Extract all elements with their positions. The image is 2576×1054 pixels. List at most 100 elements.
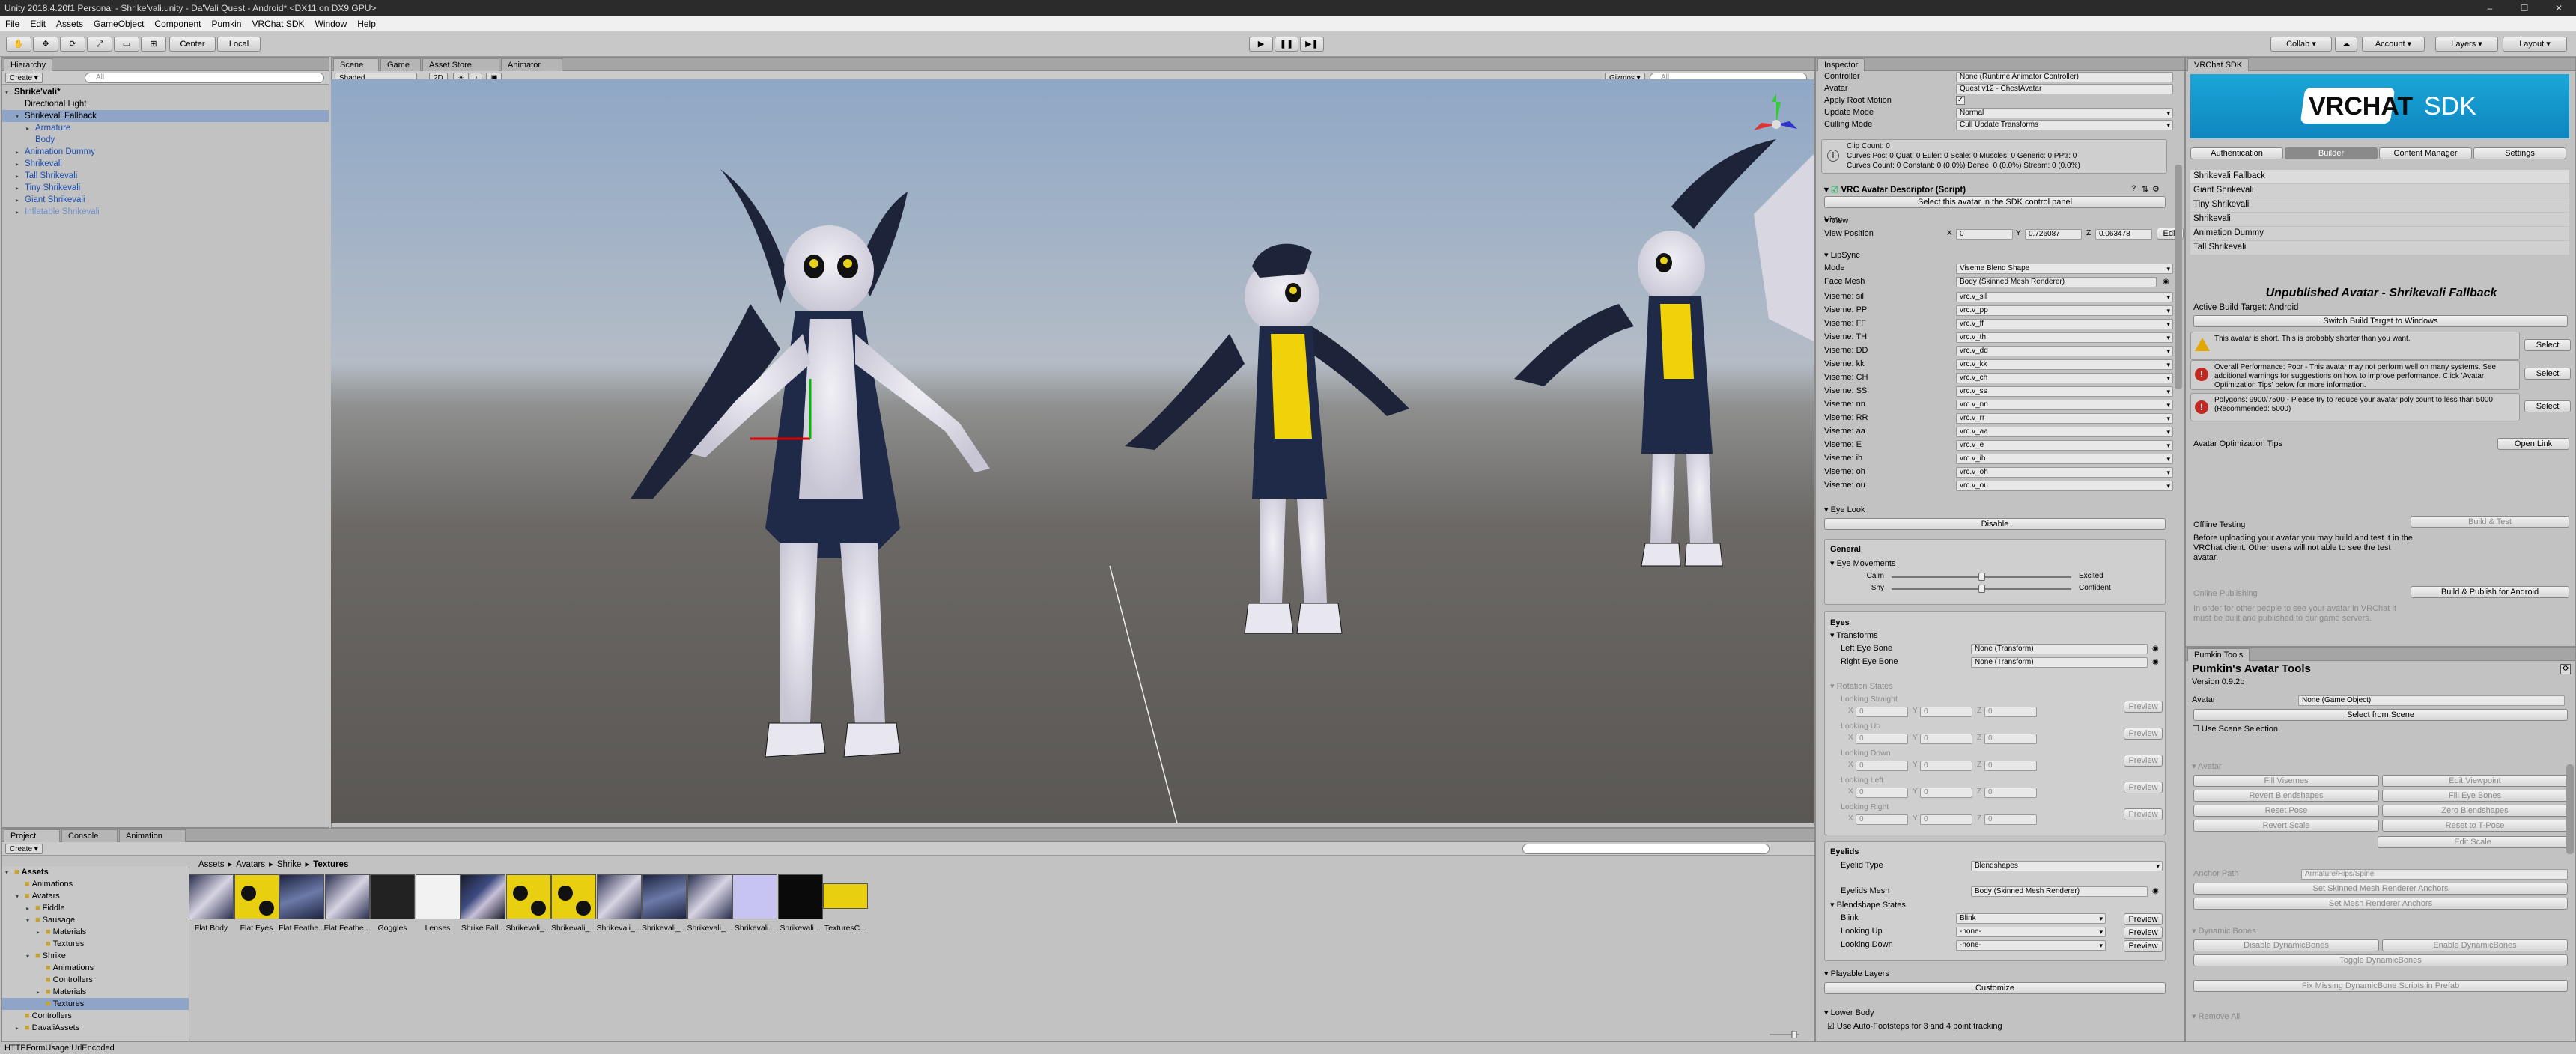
hierarchy-item[interactable]: ▸ Tall Shrikevali <box>2 170 329 182</box>
object-picker-icon[interactable]: ◉ <box>2152 658 2159 666</box>
expand-arrow-icon[interactable]: ▾ <box>26 951 35 963</box>
hierarchy-item[interactable]: Directional Light <box>2 98 329 110</box>
breadcrumb-item[interactable]: Assets <box>198 860 225 869</box>
sdk-tab-authentication[interactable]: Authentication <box>2190 147 2283 159</box>
expand-arrow-icon[interactable]: ▸ <box>16 159 25 171</box>
face-mesh-field[interactable]: Body (Skinned Mesh Renderer) <box>1956 277 2157 287</box>
anchor-path-field[interactable]: Armature/Hips/Spine <box>2301 869 2568 880</box>
expand-arrow-icon[interactable]: ▾ <box>5 87 14 99</box>
tab-hierarchy[interactable]: Hierarchy <box>4 58 53 71</box>
folder-item[interactable]: ■ Controllers <box>2 974 189 986</box>
hierarchy-search-input[interactable]: All <box>85 73 324 83</box>
sdk-tab-settings[interactable]: Settings <box>2473 147 2566 159</box>
pause-icon[interactable]: ❚❚ <box>1275 37 1298 52</box>
breadcrumb-item[interactable]: Textures <box>313 860 348 869</box>
folder-item[interactable]: ■ Textures <box>2 998 189 1010</box>
avatar-list-item[interactable]: Shrikevali Fallback <box>2190 170 2569 183</box>
fix-dynamicbone-scripts-button[interactable]: Fix Missing DynamicBone Scripts in Prefa… <box>2193 980 2568 992</box>
animator-field-value[interactable]: Normal <box>1956 108 2173 118</box>
rotation-axis-field[interactable]: 0 <box>1984 707 2037 717</box>
rotation-preview-button[interactable]: Preview <box>2124 755 2163 767</box>
expand-arrow-icon[interactable]: ▸ <box>16 183 25 195</box>
rotation-axis-field[interactable]: 0 <box>1984 788 2037 798</box>
rotate-tool-icon[interactable]: ⟳ <box>60 37 85 52</box>
asset-thumbnail[interactable] <box>777 874 823 919</box>
object-picker-icon[interactable]: ◉ <box>2152 887 2159 895</box>
folder-item[interactable]: ■ Controllers <box>2 1010 189 1022</box>
animator-field-value[interactable]: Quest v12 - ChestAvatar <box>1956 84 2173 94</box>
hierarchy-item[interactable]: ▾ Shrikevali Fallback <box>2 110 329 122</box>
blendshape-preview-button[interactable]: Preview <box>2124 913 2163 925</box>
expand-arrow-icon[interactable]: ▸ <box>16 207 25 219</box>
expand-arrow-icon[interactable]: ▾ <box>26 915 35 927</box>
asset-thumbnail[interactable] <box>823 883 868 909</box>
hierarchy-item[interactable]: ▸ Giant Shrikevali <box>2 194 329 206</box>
view-position-z[interactable]: 0.063478 <box>2095 229 2152 240</box>
toggle-dynamicbones-button[interactable]: Toggle DynamicBones <box>2193 954 2568 966</box>
menu-file[interactable]: File <box>0 19 25 29</box>
tab-vrchat-sdk[interactable]: VRChat SDK <box>2187 58 2250 71</box>
pumkin-tool-button[interactable]: Edit Viewpoint <box>2382 775 2568 787</box>
rotation-preview-button[interactable]: Preview <box>2124 701 2163 713</box>
viseme-dropdown[interactable]: vrc.v_ss <box>1956 386 2173 397</box>
rotation-axis-field[interactable]: 0 <box>1856 788 1908 798</box>
pivot-center-button[interactable]: Center <box>169 37 216 52</box>
rotation-axis-field[interactable]: 0 <box>1856 707 1908 717</box>
scale-tool-icon[interactable]: ⤢ <box>87 37 112 52</box>
rotation-states-toggle[interactable]: ▾ Rotation States <box>1830 681 1893 691</box>
rotation-axis-field[interactable]: 0 <box>1856 761 1908 771</box>
hierarchy-item[interactable]: ▸ Tiny Shrikevali <box>2 182 329 194</box>
tab-animation[interactable]: Animation <box>119 829 186 842</box>
rect-tool-icon[interactable]: ▭ <box>114 37 139 52</box>
hierarchy-item[interactable]: ▸ Armature <box>2 122 329 134</box>
menu-component[interactable]: Component <box>149 19 206 29</box>
menu-edit[interactable]: Edit <box>25 19 51 29</box>
looking-down-dropdown[interactable]: -none- <box>1956 940 2106 951</box>
folder-item[interactable]: ▾ ■ Assets <box>2 866 189 878</box>
animator-field-value[interactable]: Cull Update Transforms <box>1956 120 2173 130</box>
viseme-dropdown[interactable]: vrc.v_ih <box>1956 454 2173 464</box>
blendshape-preview-button[interactable]: Preview <box>2124 927 2163 939</box>
object-picker-icon[interactable]: ◉ <box>2152 645 2159 653</box>
remove-all-section[interactable]: ▾ Remove All <box>2192 1011 2240 1021</box>
scene-viewport[interactable] <box>331 79 1814 823</box>
step-icon[interactable]: ▶❚ <box>1300 37 1324 52</box>
auto-footsteps-checkbox[interactable]: ☑ Use Auto-Footsteps for 3 and 4 point t… <box>1827 1021 2002 1031</box>
lower-body-toggle[interactable]: ▾ Lower Body <box>1824 1008 1874 1017</box>
edit-scale-button[interactable]: Edit Scale <box>2378 836 2568 848</box>
pumkin-avatar-field[interactable]: None (Game Object) <box>2298 695 2565 706</box>
viseme-dropdown[interactable]: vrc.v_kk <box>1956 359 2173 370</box>
blink-dropdown[interactable]: Blink <box>1956 913 2106 924</box>
eyelid-type-dropdown[interactable]: Blendshapes <box>1971 861 2163 871</box>
build-and-publish-button[interactable]: Build & Publish for Android <box>2411 586 2569 598</box>
eye-movement-slider-knob[interactable] <box>1978 585 1985 593</box>
sdk-warning-select-button[interactable]: Select <box>2524 339 2571 351</box>
tab-pumkin-tools[interactable]: Pumkin Tools <box>2187 648 2250 661</box>
set-skinned-anchors-button[interactable]: Set Skinned Mesh Renderer Anchors <box>2193 883 2568 895</box>
asset-thumbnail[interactable] <box>279 874 324 919</box>
asset-thumbnail[interactable] <box>461 874 505 919</box>
expand-arrow-icon[interactable]: ▸ <box>26 903 35 915</box>
view-section-toggle[interactable]: ▾ View <box>1824 216 1848 225</box>
avatar-list-item[interactable]: Shrikevali <box>2190 213 2569 226</box>
asset-thumbnail[interactable] <box>687 874 732 919</box>
folder-item[interactable]: ▾ ■ Sausage <box>2 914 189 926</box>
sdk-tab-builder[interactable]: Builder <box>2285 147 2378 159</box>
collab-button[interactable]: Collab ▾ <box>2270 37 2332 52</box>
transforms-toggle[interactable]: ▾ Transforms <box>1830 630 1878 640</box>
asset-thumbnail[interactable] <box>505 874 551 919</box>
avatar-list-item[interactable]: Animation Dummy <box>2190 227 2569 240</box>
rotation-axis-field[interactable]: 0 <box>1856 734 1908 744</box>
rotation-axis-field[interactable]: 0 <box>1984 734 2037 744</box>
folder-item[interactable]: ▸ ■ Materials <box>2 986 189 998</box>
hierarchy-item[interactable]: ▸ Shrikevali <box>2 158 329 170</box>
pumkin-settings-icon[interactable]: ⚙ <box>2560 664 2571 674</box>
menu-vrchat-sdk[interactable]: VRChat SDK <box>246 19 309 29</box>
expand-arrow-icon[interactable]: ▸ <box>26 123 35 135</box>
account-button[interactable]: Account ▾ <box>2362 37 2425 52</box>
layers-button[interactable]: Layers ▾ <box>2435 37 2498 52</box>
folder-item[interactable]: ▾ ■ Avatars <box>2 890 189 902</box>
asset-thumbnail[interactable] <box>370 874 415 919</box>
select-from-scene-button[interactable]: Select from Scene <box>2193 709 2568 721</box>
rotation-preview-button[interactable]: Preview <box>2124 808 2163 820</box>
